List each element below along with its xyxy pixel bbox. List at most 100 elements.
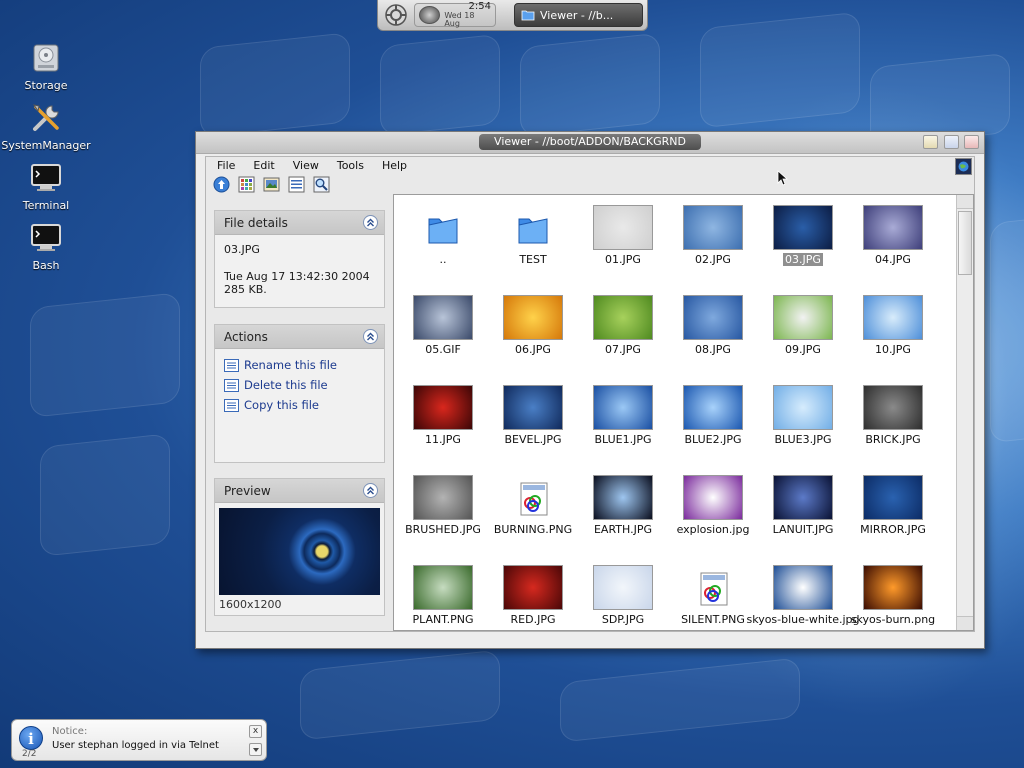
file-item[interactable]: 10.JPG: [848, 295, 938, 385]
menu-file[interactable]: File: [208, 159, 244, 172]
file-item[interactable]: MIRROR.JPG: [848, 475, 938, 565]
file-name: BLUE1.JPG: [594, 433, 652, 446]
file-item[interactable]: 05.GIF: [398, 295, 488, 385]
image-thumbnail: [863, 385, 923, 430]
file-name: 04.JPG: [875, 253, 911, 266]
maximize-button[interactable]: [944, 135, 959, 149]
file-name: 10.JPG: [875, 343, 911, 356]
file-name: BLUE3.JPG: [774, 433, 832, 446]
image-thumbnail: [863, 295, 923, 340]
image-thumbnail: [593, 385, 653, 430]
collapse-button[interactable]: [363, 329, 378, 344]
file-item[interactable]: RED.JPG: [488, 565, 578, 630]
copy-file-link[interactable]: Copy this file: [224, 395, 375, 415]
vertical-scrollbar[interactable]: [956, 195, 973, 630]
preview-header[interactable]: Preview: [215, 479, 384, 503]
file-item[interactable]: 01.JPG: [578, 205, 668, 295]
file-item[interactable]: BEVEL.JPG: [488, 385, 578, 475]
clock-widget[interactable]: 2:54 Wed 18 Aug: [414, 2, 496, 28]
clock-date: Wed 18 Aug: [444, 11, 475, 28]
clock-icon: [419, 6, 441, 24]
collapse-button[interactable]: [363, 483, 378, 498]
minimize-button[interactable]: [923, 135, 938, 149]
file-name: 05.GIF: [425, 343, 461, 356]
desktop-icon-bash[interactable]: Bash: [0, 220, 92, 272]
file-item[interactable]: 04.JPG: [848, 205, 938, 295]
file-name: LANUIT.JPG: [772, 523, 834, 536]
file-name: 07.JPG: [605, 343, 641, 356]
icon-view-button[interactable]: [236, 175, 256, 193]
file-name: skyos-blue-white.jpg: [746, 613, 860, 626]
menu-view[interactable]: View: [284, 159, 328, 172]
folder-icon: [518, 218, 548, 244]
file-item[interactable]: 07.JPG: [578, 295, 668, 385]
scroll-down-button[interactable]: [957, 616, 973, 630]
file-item[interactable]: 11.JPG: [398, 385, 488, 475]
file-item[interactable]: BLUE3.JPG: [758, 385, 848, 475]
file-item[interactable]: skyos-burn.png: [848, 565, 938, 630]
file-item[interactable]: BLUE2.JPG: [668, 385, 758, 475]
rename-file-link[interactable]: Rename this file: [224, 355, 375, 375]
file-item[interactable]: skyos-blue-white.jpg: [746, 565, 860, 630]
desktop-icon-systemmanager[interactable]: SystemManager: [0, 100, 92, 152]
image-thumbnail: [773, 565, 833, 610]
file-item[interactable]: EARTH.JPG: [578, 475, 668, 565]
scroll-up-button[interactable]: [957, 195, 973, 209]
mouse-cursor-icon: [777, 170, 789, 186]
skyos-menu-button[interactable]: [382, 2, 410, 28]
image-thumbnail: [773, 295, 833, 340]
search-button[interactable]: [311, 175, 331, 193]
menu-help[interactable]: Help: [373, 159, 416, 172]
notice-close-button[interactable]: x: [249, 725, 262, 738]
desktop-icon-terminal[interactable]: Terminal: [0, 160, 92, 212]
notice-next-button[interactable]: [249, 743, 262, 756]
file-item[interactable]: SILENT.PNG: [668, 565, 758, 630]
menu-edit[interactable]: Edit: [244, 159, 283, 172]
info-icon: i: [19, 726, 43, 750]
image-thumbnail: [593, 475, 653, 520]
window-titlebar[interactable]: Viewer - //boot/ADDON/BACKGRND: [196, 132, 984, 154]
menu-tools[interactable]: Tools: [328, 159, 373, 172]
file-item[interactable]: 02.JPG: [668, 205, 758, 295]
delete-file-link[interactable]: Delete this file: [224, 375, 375, 395]
file-item[interactable]: BRUSHED.JPG: [398, 475, 488, 565]
file-item[interactable]: BURNING.PNG: [488, 475, 578, 565]
file-item[interactable]: PLANT.PNG: [398, 565, 488, 630]
file-item[interactable]: 03.JPG: [758, 205, 848, 295]
file-item[interactable]: BRICK.JPG: [848, 385, 938, 475]
file-item[interactable]: explosion.jpg: [668, 475, 758, 565]
panel-title: Preview: [224, 483, 271, 498]
file-item[interactable]: BLUE1.JPG: [578, 385, 668, 475]
scroll-thumb[interactable]: [958, 211, 972, 275]
globe-icon[interactable]: [955, 158, 972, 175]
thumbnail-view-button[interactable]: [261, 175, 281, 193]
file-item[interactable]: 09.JPG: [758, 295, 848, 385]
desktop-icon-storage[interactable]: Storage: [0, 40, 92, 92]
file-item[interactable]: 08.JPG: [668, 295, 758, 385]
list-icon: [224, 358, 239, 372]
go-up-button[interactable]: [211, 175, 231, 193]
double-chevron-up-icon: [367, 486, 374, 495]
list-view-button[interactable]: [286, 175, 306, 193]
close-button[interactable]: [964, 135, 979, 149]
viewer-window: Viewer - //boot/ADDON/BACKGRND File Edit…: [195, 131, 985, 649]
folder-item[interactable]: ..: [398, 205, 488, 295]
file-item[interactable]: LANUIT.JPG: [758, 475, 848, 565]
file-item[interactable]: SDP.JPG: [578, 565, 668, 630]
image-thumbnail: [863, 205, 923, 250]
taskbar-viewer-button[interactable]: Viewer - //b...: [514, 3, 643, 27]
file-name: RED.JPG: [510, 613, 556, 626]
folder-item[interactable]: TEST: [488, 205, 578, 295]
file-details-panel: File details 03.JPG Tue Aug 17 13:42:30 …: [214, 210, 385, 308]
collapse-button[interactable]: [363, 215, 378, 230]
file-item[interactable]: 06.JPG: [488, 295, 578, 385]
image-thumbnail: [683, 385, 743, 430]
notice-popup: i 2/2 Notice: User stephan logged in via…: [11, 719, 267, 761]
file-list-pane[interactable]: .. TEST 01.JPG 02.JPG 03.JPG 04.JPG 05.GIF 06.J…: [393, 194, 974, 631]
file-name: ..: [439, 253, 447, 266]
tools-icon: [32, 104, 59, 131]
actions-header[interactable]: Actions: [215, 325, 384, 349]
desktop-icon-label: Terminal: [22, 199, 70, 212]
file-name: 02.JPG: [695, 253, 731, 266]
file-details-header[interactable]: File details: [215, 211, 384, 235]
